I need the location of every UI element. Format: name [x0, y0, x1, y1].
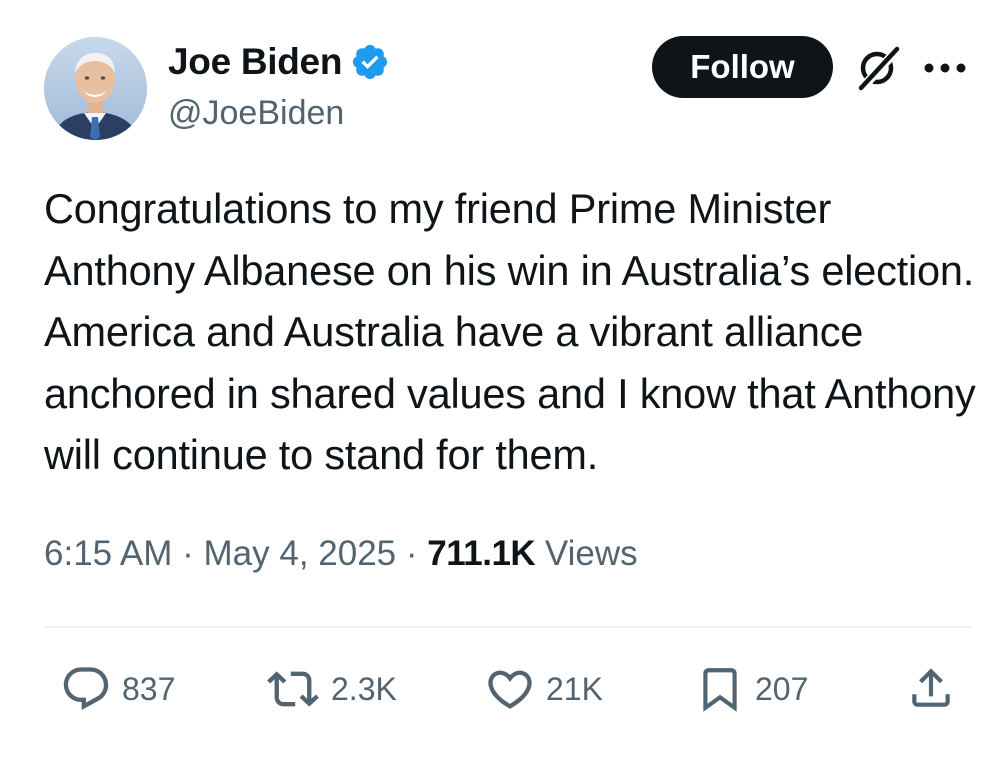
meta-separator: · — [172, 534, 204, 573]
meta-separator: · — [396, 534, 428, 573]
author-display-name[interactable]: Joe Biden — [168, 38, 342, 86]
more-options-icon[interactable] — [922, 58, 968, 78]
author-name-row[interactable]: Joe Biden — [168, 38, 390, 86]
bookmark-count: 207 — [755, 670, 809, 707]
share-icon — [912, 668, 950, 707]
share-button[interactable] — [906, 662, 956, 714]
avatar[interactable] — [44, 37, 147, 140]
reply-icon — [63, 667, 109, 711]
reply-button[interactable]: 837 — [60, 663, 175, 715]
repost-icon — [267, 671, 319, 707]
tweet-date[interactable]: May 4, 2025 — [204, 534, 397, 573]
views-label: Views — [535, 534, 638, 573]
follow-button[interactable]: Follow — [652, 36, 833, 98]
divider — [44, 626, 971, 628]
tweet-time[interactable]: 6:15 AM — [44, 534, 172, 573]
reply-count: 837 — [122, 670, 176, 707]
tweet-text: Congratulations to my friend Prime Minis… — [44, 185, 976, 478]
bookmark-icon — [703, 668, 737, 712]
views-count[interactable]: 711.1K — [427, 534, 535, 573]
like-button[interactable]: 21K — [484, 663, 603, 715]
repost-button[interactable]: 2.3K — [265, 663, 397, 715]
tweet-meta: 6:15 AM · May 4, 2025 · 711.1K Views — [44, 531, 638, 577]
bookmark-button[interactable]: 207 — [695, 663, 808, 715]
repost-count: 2.3K — [331, 670, 397, 707]
profile-photo — [44, 37, 147, 140]
author-handle[interactable]: @JoeBiden — [168, 91, 344, 135]
grok-icon[interactable] — [853, 44, 903, 92]
heart-icon — [488, 670, 532, 709]
verified-badge-icon[interactable] — [350, 42, 390, 82]
like-count: 21K — [546, 670, 603, 707]
